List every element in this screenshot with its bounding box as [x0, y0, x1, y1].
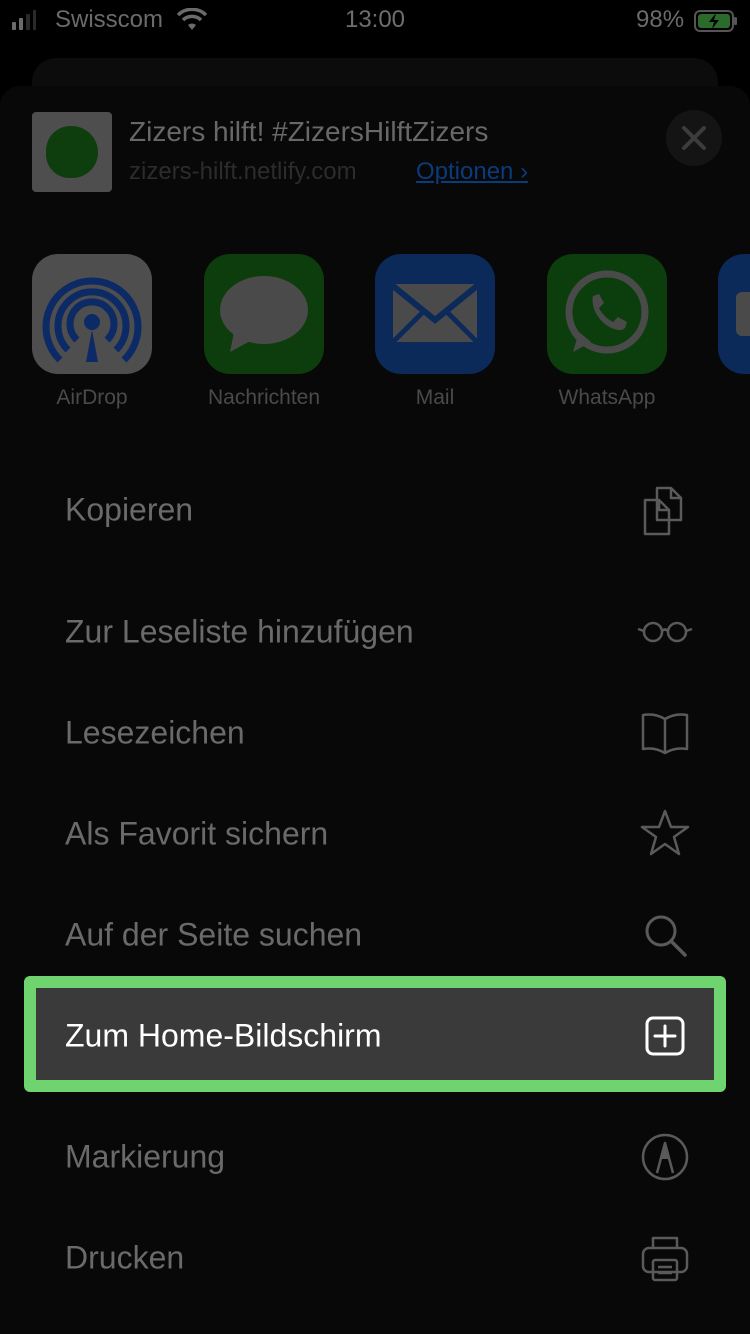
book-icon [641, 713, 689, 755]
action-markup[interactable]: Markierung [0, 1107, 750, 1207]
mail-icon [391, 283, 479, 344]
share-title: Zizers hilft! #ZizersHilftZizers [129, 116, 489, 147]
share-app-messages[interactable]: Nachrichten [204, 254, 324, 409]
battery-percentage: 98% [636, 6, 685, 33]
app-icon [736, 292, 750, 336]
messages-icon [220, 276, 308, 352]
markup-icon [641, 1133, 689, 1181]
chevron-right-icon: › [520, 158, 529, 185]
app-label: WhatsApp [558, 386, 656, 409]
battery-charging-icon [694, 10, 737, 32]
glasses-icon [637, 621, 693, 643]
close-button[interactable] [666, 110, 722, 166]
close-icon [682, 126, 706, 150]
status-bar: Swisscom 13:00 98% [0, 0, 750, 42]
share-app-mail[interactable]: Mail [375, 254, 495, 409]
options-label: Optionen [416, 158, 514, 185]
app-label: Mail [415, 386, 455, 409]
app-label: Nachrichten [207, 386, 321, 409]
action-reading-list[interactable]: Zur Leseliste hinzufügen [0, 582, 750, 682]
share-app-more[interactable] [718, 254, 750, 374]
action-bookmark[interactable]: Lesezeichen [0, 683, 750, 783]
action-label: Auf der Seite suchen [65, 916, 363, 953]
copy-icon [643, 486, 683, 536]
search-icon [645, 915, 687, 957]
app-label: AirDrop [56, 386, 128, 409]
printer-icon [641, 1236, 689, 1282]
site-thumbnail [32, 112, 112, 192]
share-app-whatsapp[interactable]: WhatsApp [547, 254, 667, 409]
action-find-on-page[interactable]: Auf der Seite suchen [0, 885, 750, 985]
action-label: Markierung [65, 1138, 226, 1175]
options-link[interactable]: Optionen › [416, 158, 528, 186]
star-icon [640, 809, 690, 856]
share-app-airdrop[interactable]: AirDrop [32, 254, 152, 409]
action-label: Drucken [65, 1239, 185, 1276]
action-label: Als Favorit sichern [65, 815, 329, 852]
action-favorite[interactable]: Als Favorit sichern [0, 784, 750, 884]
action-label: Lesezeichen [65, 714, 245, 751]
action-copy[interactable]: Kopieren [0, 460, 750, 560]
add-square-icon [645, 1016, 685, 1056]
whatsapp-icon [565, 270, 649, 354]
airdrop-icon [42, 277, 142, 363]
share-url: zizers-hilft.netlify.com [129, 158, 357, 185]
action-print[interactable]: Drucken [0, 1208, 750, 1308]
action-label: Zur Leseliste hinzufügen [65, 613, 414, 650]
action-label: Zum Home-Bildschirm [65, 1017, 382, 1054]
action-add-to-home-screen[interactable]: Zum Home-Bildschirm [0, 986, 750, 1086]
action-label: Kopieren [65, 491, 194, 528]
